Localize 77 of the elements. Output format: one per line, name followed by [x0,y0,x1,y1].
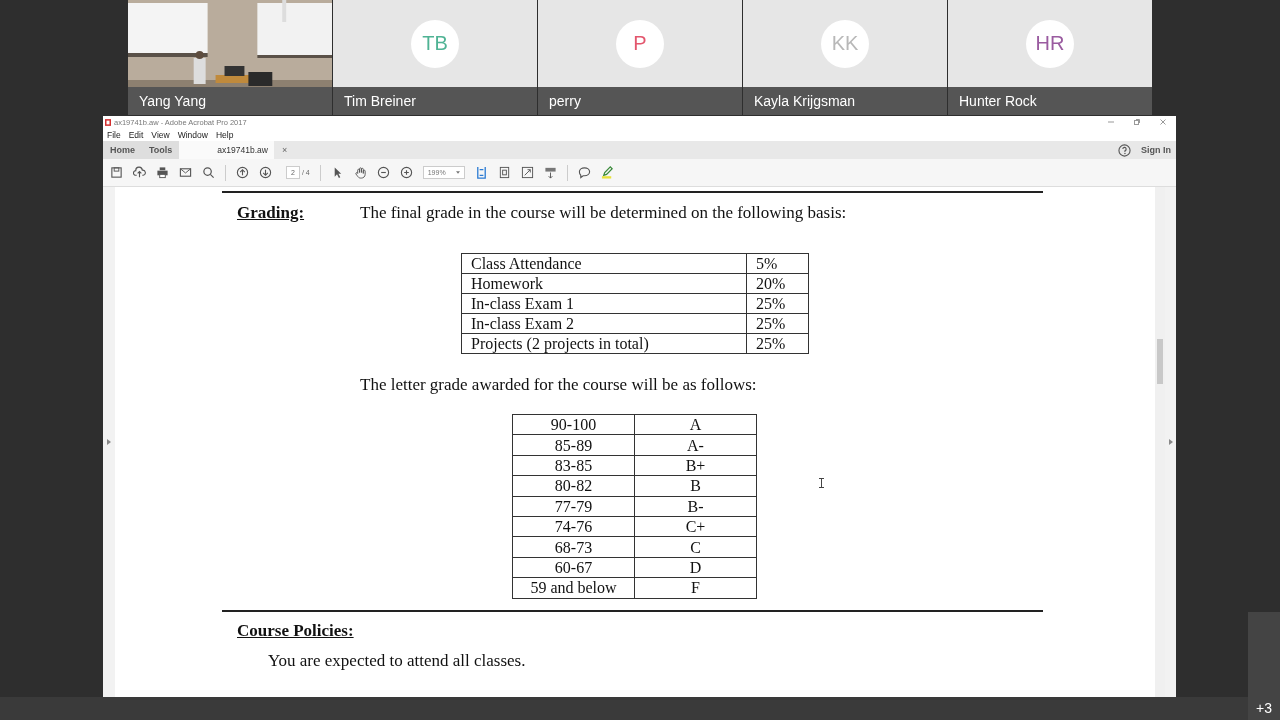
menu-item[interactable]: View [151,129,170,140]
policy-text: You are expected to attend all classes. [268,650,527,671]
grading-intro: The final grade in the course will be determined on the following basis: [360,203,847,223]
restore-icon[interactable] [1133,118,1141,126]
menu-item[interactable]: Window [177,129,208,140]
table-cell: Class Attendance [461,253,747,274]
participant-name: Kayla Krijgsman [743,87,947,115]
sign-in-button[interactable]: Sign In [1141,145,1171,155]
print-icon[interactable] [156,166,169,179]
close-tab-button[interactable]: × [281,145,288,155]
participant-name: Tim Breiner [333,87,537,115]
table-cell: 90-100 [512,414,635,435]
close-icon[interactable] [1159,118,1167,126]
table-cell: C+ [634,516,757,537]
arrow-down-icon[interactable] [259,166,272,179]
table-cell: In-class Exam 2 [461,313,747,334]
table-cell: A [634,414,757,435]
page-icon[interactable] [497,166,511,179]
search-icon[interactable] [202,166,215,179]
table-cell: 83-85 [512,455,635,476]
table-cell: In-class Exam 1 [461,293,747,314]
comment-icon[interactable] [577,166,591,179]
document-tab[interactable]: ax19741b.aw [179,141,274,159]
hand-icon[interactable] [353,166,367,179]
arrow-up-icon[interactable] [236,166,249,179]
table-cell: 59 and below [512,577,635,598]
participant-name: perry [538,87,742,115]
section-heading: Grading: [237,203,306,223]
avatar-initials: KK [821,19,869,68]
table-cell: B+ [634,455,757,476]
table-cell: 25% [746,293,809,314]
table-cell: Projects (2 projects in total) [461,333,747,354]
scrollbar[interactable] [1155,187,1165,697]
letter-intro: The letter grade awarded for the course will be as follows: [360,375,758,395]
avatar-initials: TB [411,19,459,68]
table-cell: A- [634,434,757,456]
zoom-in-icon[interactable] [399,166,413,179]
table-cell: 74-76 [512,516,635,537]
table-cell: 77-79 [512,496,635,517]
help-icon[interactable] [1118,143,1131,157]
menu-item[interactable]: Edit [128,129,144,140]
highlighter-icon[interactable] [600,166,614,179]
nav-tab[interactable]: Home [103,141,142,159]
caret-icon [455,171,460,174]
fit-page-icon[interactable] [474,166,488,179]
table-cell: 20% [746,273,809,294]
table-cell: 80-82 [512,475,635,497]
expand-right-icon[interactable] [1168,439,1173,445]
participant-name: Hunter Rock [948,87,1152,115]
expand-left-icon[interactable] [107,439,111,445]
table-cell: C [634,536,757,558]
table-cell: 68-73 [512,536,635,558]
participant-name: Yang Yang [128,87,332,115]
table-cell: 5% [746,253,809,274]
table-cell: Homework [461,273,747,294]
mail-icon[interactable] [179,166,192,179]
full-screen-icon[interactable] [520,166,534,179]
avatar-initials: P [616,19,664,68]
section-heading: Course Policies: [237,620,355,641]
more-participants-button[interactable]: +3 [1248,612,1280,720]
table-cell: B [634,475,757,497]
text-cursor-icon [818,478,825,488]
table-cell: 85-89 [512,434,635,456]
table-cell: 60-67 [512,557,635,578]
menu-item[interactable]: File [107,129,121,140]
table-cell: D [634,557,757,578]
avatar-initials: HR [1026,19,1074,68]
save-icon[interactable] [110,166,123,179]
menu-item[interactable]: Help [215,129,234,140]
table-cell: 25% [746,333,809,354]
zoom-out-icon[interactable] [376,166,390,179]
upload-icon[interactable] [133,166,146,179]
table-cell: B- [634,496,757,517]
table-cell: 25% [746,313,809,334]
nav-tab[interactable]: Tools [142,141,180,159]
scroll-mode-icon[interactable] [543,166,557,179]
table-cell: F [634,577,757,598]
